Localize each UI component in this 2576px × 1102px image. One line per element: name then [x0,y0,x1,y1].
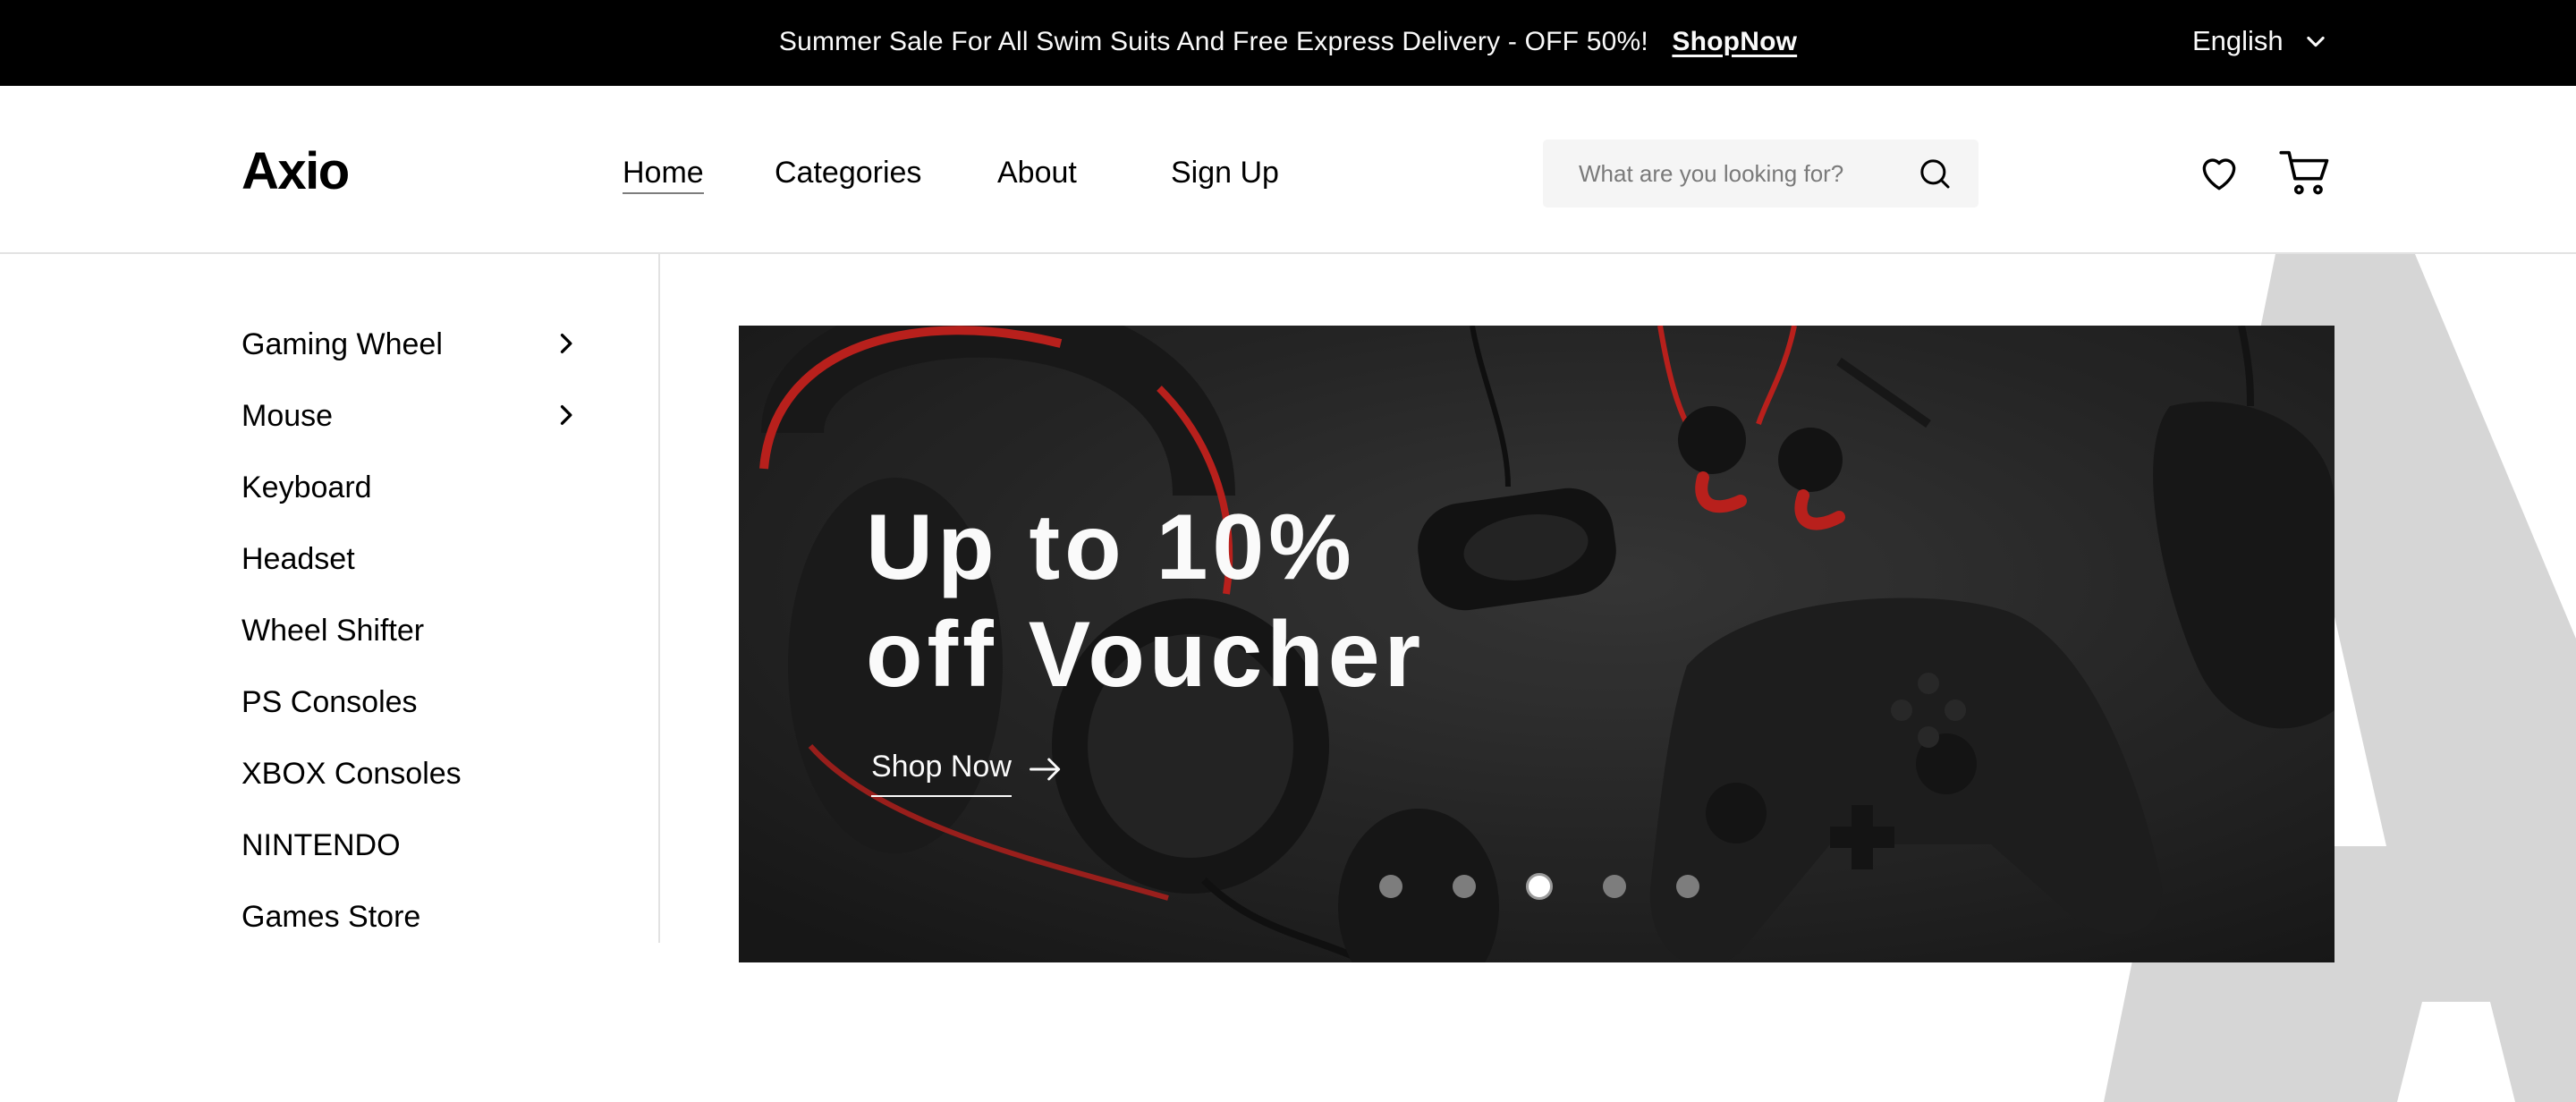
language-selector[interactable]: English [2192,25,2328,57]
promo-message: Summer Sale For All Swim Suits And Free … [778,27,1648,56]
carousel-dot-1[interactable] [1379,875,1402,898]
category-ps-consoles[interactable]: PS Consoles [242,685,418,720]
arrow-right-icon [1029,758,1061,780]
search-box [1543,140,1979,208]
category-games-store[interactable]: Games Store [242,900,420,935]
category-sidebar: Gaming Wheel Mouse Keyboard Headset Whee… [0,254,660,943]
heart-icon[interactable] [2197,150,2241,195]
cart-icon[interactable] [2279,148,2331,197]
site-logo[interactable]: Axio [242,141,350,201]
carousel-dot-5[interactable] [1676,875,1699,898]
banner-headline-line-2: off Voucher [866,603,1426,707]
category-keyboard[interactable]: Keyboard [242,470,372,505]
top-promo-bar: Summer Sale For All Swim Suits And Free … [0,0,2576,86]
carousel-dot-4[interactable] [1603,875,1626,898]
shop-now-button[interactable]: Shop Now [871,750,1065,797]
chevron-right-icon[interactable] [553,331,578,356]
banner-headline-line-1: Up to 10% [866,496,1356,599]
nav-about[interactable]: About [997,156,1077,191]
search-input[interactable] [1579,159,1901,188]
category-gaming-wheel[interactable]: Gaming Wheel [242,327,443,362]
site-header: Axio Home Categories About Sign Up [0,86,2576,254]
nav-categories[interactable]: Categories [775,156,921,191]
category-nintendo[interactable]: NINTENDO [242,828,401,863]
category-mouse[interactable]: Mouse [242,399,333,434]
hero-banner[interactable]: Up to 10% off Voucher Shop Now [739,326,2334,962]
carousel-dot-3[interactable] [1526,873,1553,900]
nav-sign-up[interactable]: Sign Up [1171,156,1279,191]
chevron-right-icon[interactable] [553,403,578,428]
banner-headline: Up to 10% off Voucher [866,494,1425,708]
search-icon[interactable] [1917,156,1953,191]
chevron-down-icon [2307,36,2325,47]
promo-shop-link[interactable]: ShopNow [1672,27,1797,56]
language-label: English [2192,25,2284,56]
carousel-dot-2[interactable] [1453,875,1476,898]
category-xbox-consoles[interactable]: XBOX Consoles [242,757,462,792]
category-headset[interactable]: Headset [242,542,355,577]
shop-now-label: Shop Now [871,750,1012,797]
promo-container: Summer Sale For All Swim Suits And Free … [0,27,2576,57]
category-wheel-shifter[interactable]: Wheel Shifter [242,614,424,648]
nav-home[interactable]: Home [623,156,704,194]
carousel-dots [1379,873,1699,900]
